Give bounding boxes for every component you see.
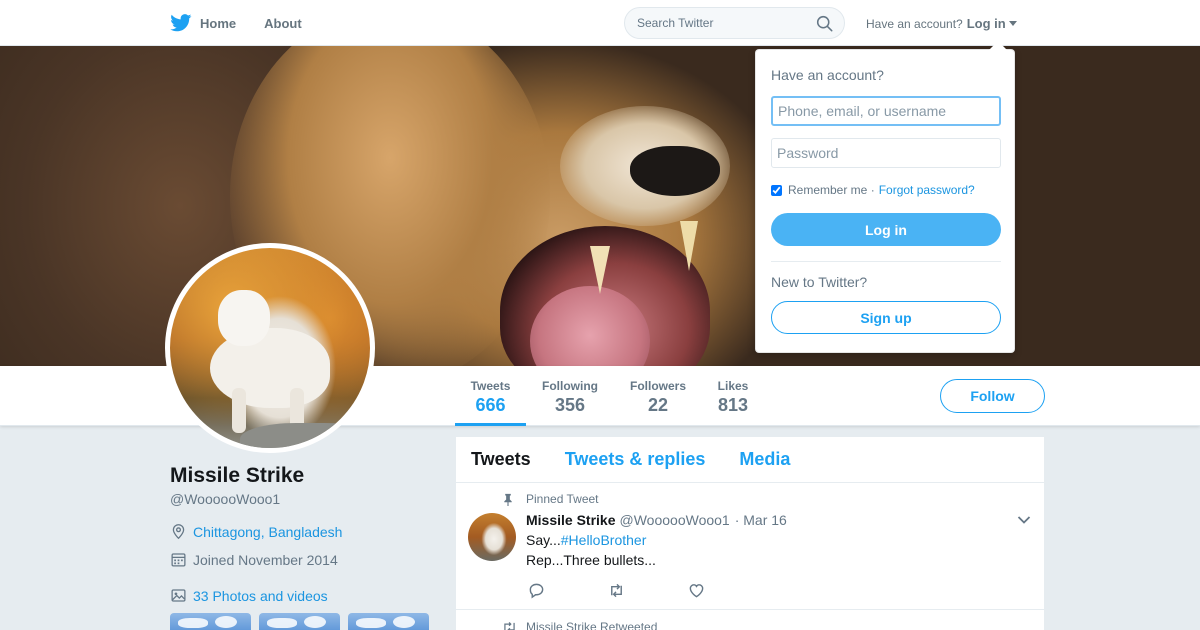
joined-text: Joined November 2014 xyxy=(193,551,338,568)
photo-icon xyxy=(171,589,186,602)
profile-location[interactable]: Chittagong, Bangladesh xyxy=(170,523,342,540)
tweet[interactable]: Pinned Tweet Missile Strike @WoooooWooo1… xyxy=(456,484,1044,610)
banner-art-nose xyxy=(630,146,720,196)
caret-down-icon[interactable] xyxy=(1008,21,1017,26)
chevron-down-icon[interactable] xyxy=(1017,515,1031,525)
login-button[interactable]: Log in xyxy=(771,213,1001,246)
stat-value: 22 xyxy=(647,395,669,415)
tweet-text-line1: Say...#HelloBrother xyxy=(526,532,646,548)
tweet-text-prefix: Say... xyxy=(526,532,561,548)
pinned-label: Pinned Tweet xyxy=(526,492,599,506)
stat-label: Following xyxy=(542,379,598,393)
tab-tweets-replies[interactable]: Tweets & replies xyxy=(565,449,706,470)
signup-button[interactable]: Sign up xyxy=(771,301,1001,334)
nav-home-link[interactable]: Home xyxy=(170,14,236,32)
profile-name[interactable]: Missile Strike xyxy=(170,464,304,488)
nav-home-label: Home xyxy=(200,15,237,31)
photo-thumbnail[interactable] xyxy=(348,613,429,630)
top-nav: Home About Have an account? Log in xyxy=(0,0,1200,46)
reply-icon[interactable] xyxy=(528,582,545,599)
twitter-bird-icon xyxy=(170,14,192,32)
tweet-avatar[interactable] xyxy=(468,513,516,561)
stat-tweets[interactable]: Tweets 666 xyxy=(455,366,526,426)
tweet-hashtag[interactable]: #HelloBrother xyxy=(561,532,647,548)
stat-label: Tweets xyxy=(470,379,511,393)
profile-handle[interactable]: @WoooooWooo1 xyxy=(170,491,280,507)
photo-thumbnail[interactable] xyxy=(170,613,251,630)
location-text[interactable]: Chittagong, Bangladesh xyxy=(193,524,342,540)
pinned-tweet-context: Pinned Tweet xyxy=(502,492,599,506)
remember-me-label[interactable]: Remember me · xyxy=(788,183,875,197)
calendar-icon xyxy=(171,553,186,567)
search-input[interactable] xyxy=(637,16,807,30)
stat-followers[interactable]: Followers 22 xyxy=(626,366,690,426)
avatar-art-wolf-head xyxy=(218,290,270,346)
forgot-password-link[interactable]: Forgot password? xyxy=(879,183,975,197)
pin-icon xyxy=(504,493,512,506)
tweet-header: Missile Strike @WoooooWooo1 · Mar 16 xyxy=(526,512,787,528)
banner-art-fang xyxy=(590,246,610,294)
remember-me-checkbox[interactable] xyxy=(771,184,782,196)
login-dropdown: Have an account? Remember me · Forgot pa… xyxy=(755,41,1015,353)
search-box[interactable] xyxy=(624,7,845,39)
tweet-text-line2: Rep...Three bullets... xyxy=(526,552,656,568)
retweeted-label: Missile Strike Retweeted xyxy=(526,620,658,630)
stat-likes[interactable]: Likes 813 xyxy=(713,366,753,426)
stat-following[interactable]: Following 356 xyxy=(538,366,602,426)
account-prompt: Have an account? xyxy=(866,16,963,31)
login-dropdown-title: Have an account? xyxy=(771,67,884,83)
stat-label: Followers xyxy=(629,379,686,393)
tweet-author-handle[interactable]: @WoooooWooo1 xyxy=(620,512,730,528)
stat-label: Likes xyxy=(717,379,749,393)
account-menu[interactable]: Have an account? Log in xyxy=(866,16,1017,31)
location-pin-icon xyxy=(172,524,185,540)
tweet-author-name[interactable]: Missile Strike xyxy=(526,512,616,528)
photo-thumbnail[interactable] xyxy=(259,613,340,630)
retweet-icon[interactable] xyxy=(608,582,625,599)
heart-icon[interactable] xyxy=(688,582,705,599)
profile-joined: Joined November 2014 xyxy=(170,551,338,568)
follow-button[interactable]: Follow xyxy=(940,379,1045,413)
photo-thumbnails xyxy=(170,613,437,630)
divider xyxy=(771,261,1001,262)
avatar-art-leg xyxy=(232,388,246,433)
photos-videos-link[interactable]: 33 Photos and videos xyxy=(170,587,328,604)
login-link[interactable]: Log in xyxy=(967,16,1006,31)
new-to-twitter-prompt: New to Twitter? xyxy=(771,274,868,290)
retweet-icon xyxy=(504,621,515,630)
avatar-art-rock xyxy=(240,423,370,448)
banner-art-fang xyxy=(680,221,698,271)
nav-about-link[interactable]: About xyxy=(264,16,302,31)
timeline-tabs: Tweets Tweets & replies Media xyxy=(456,437,1044,483)
retweeted-context: Missile Strike Retweeted xyxy=(502,620,657,630)
profile-avatar[interactable] xyxy=(165,243,375,453)
tweet-actions xyxy=(528,582,768,599)
tab-tweets[interactable]: Tweets xyxy=(471,449,531,470)
search-icon[interactable] xyxy=(816,15,833,32)
dropdown-arrow xyxy=(989,41,1007,50)
timeline: Tweets Tweets & replies Media Pinned Twe… xyxy=(456,437,1044,630)
tab-media[interactable]: Media xyxy=(739,449,790,470)
stat-value: 813 xyxy=(717,395,749,415)
stat-value: 356 xyxy=(554,395,586,415)
username-field[interactable] xyxy=(771,96,1001,126)
password-field[interactable] xyxy=(771,138,1001,168)
remember-me-row: Remember me · Forgot password? xyxy=(771,183,975,197)
photos-text[interactable]: 33 Photos and videos xyxy=(193,588,328,604)
nav-left: Home About xyxy=(170,0,302,46)
tweet-date[interactable]: · Mar 16 xyxy=(735,512,787,528)
stat-value: 666 xyxy=(475,395,506,415)
